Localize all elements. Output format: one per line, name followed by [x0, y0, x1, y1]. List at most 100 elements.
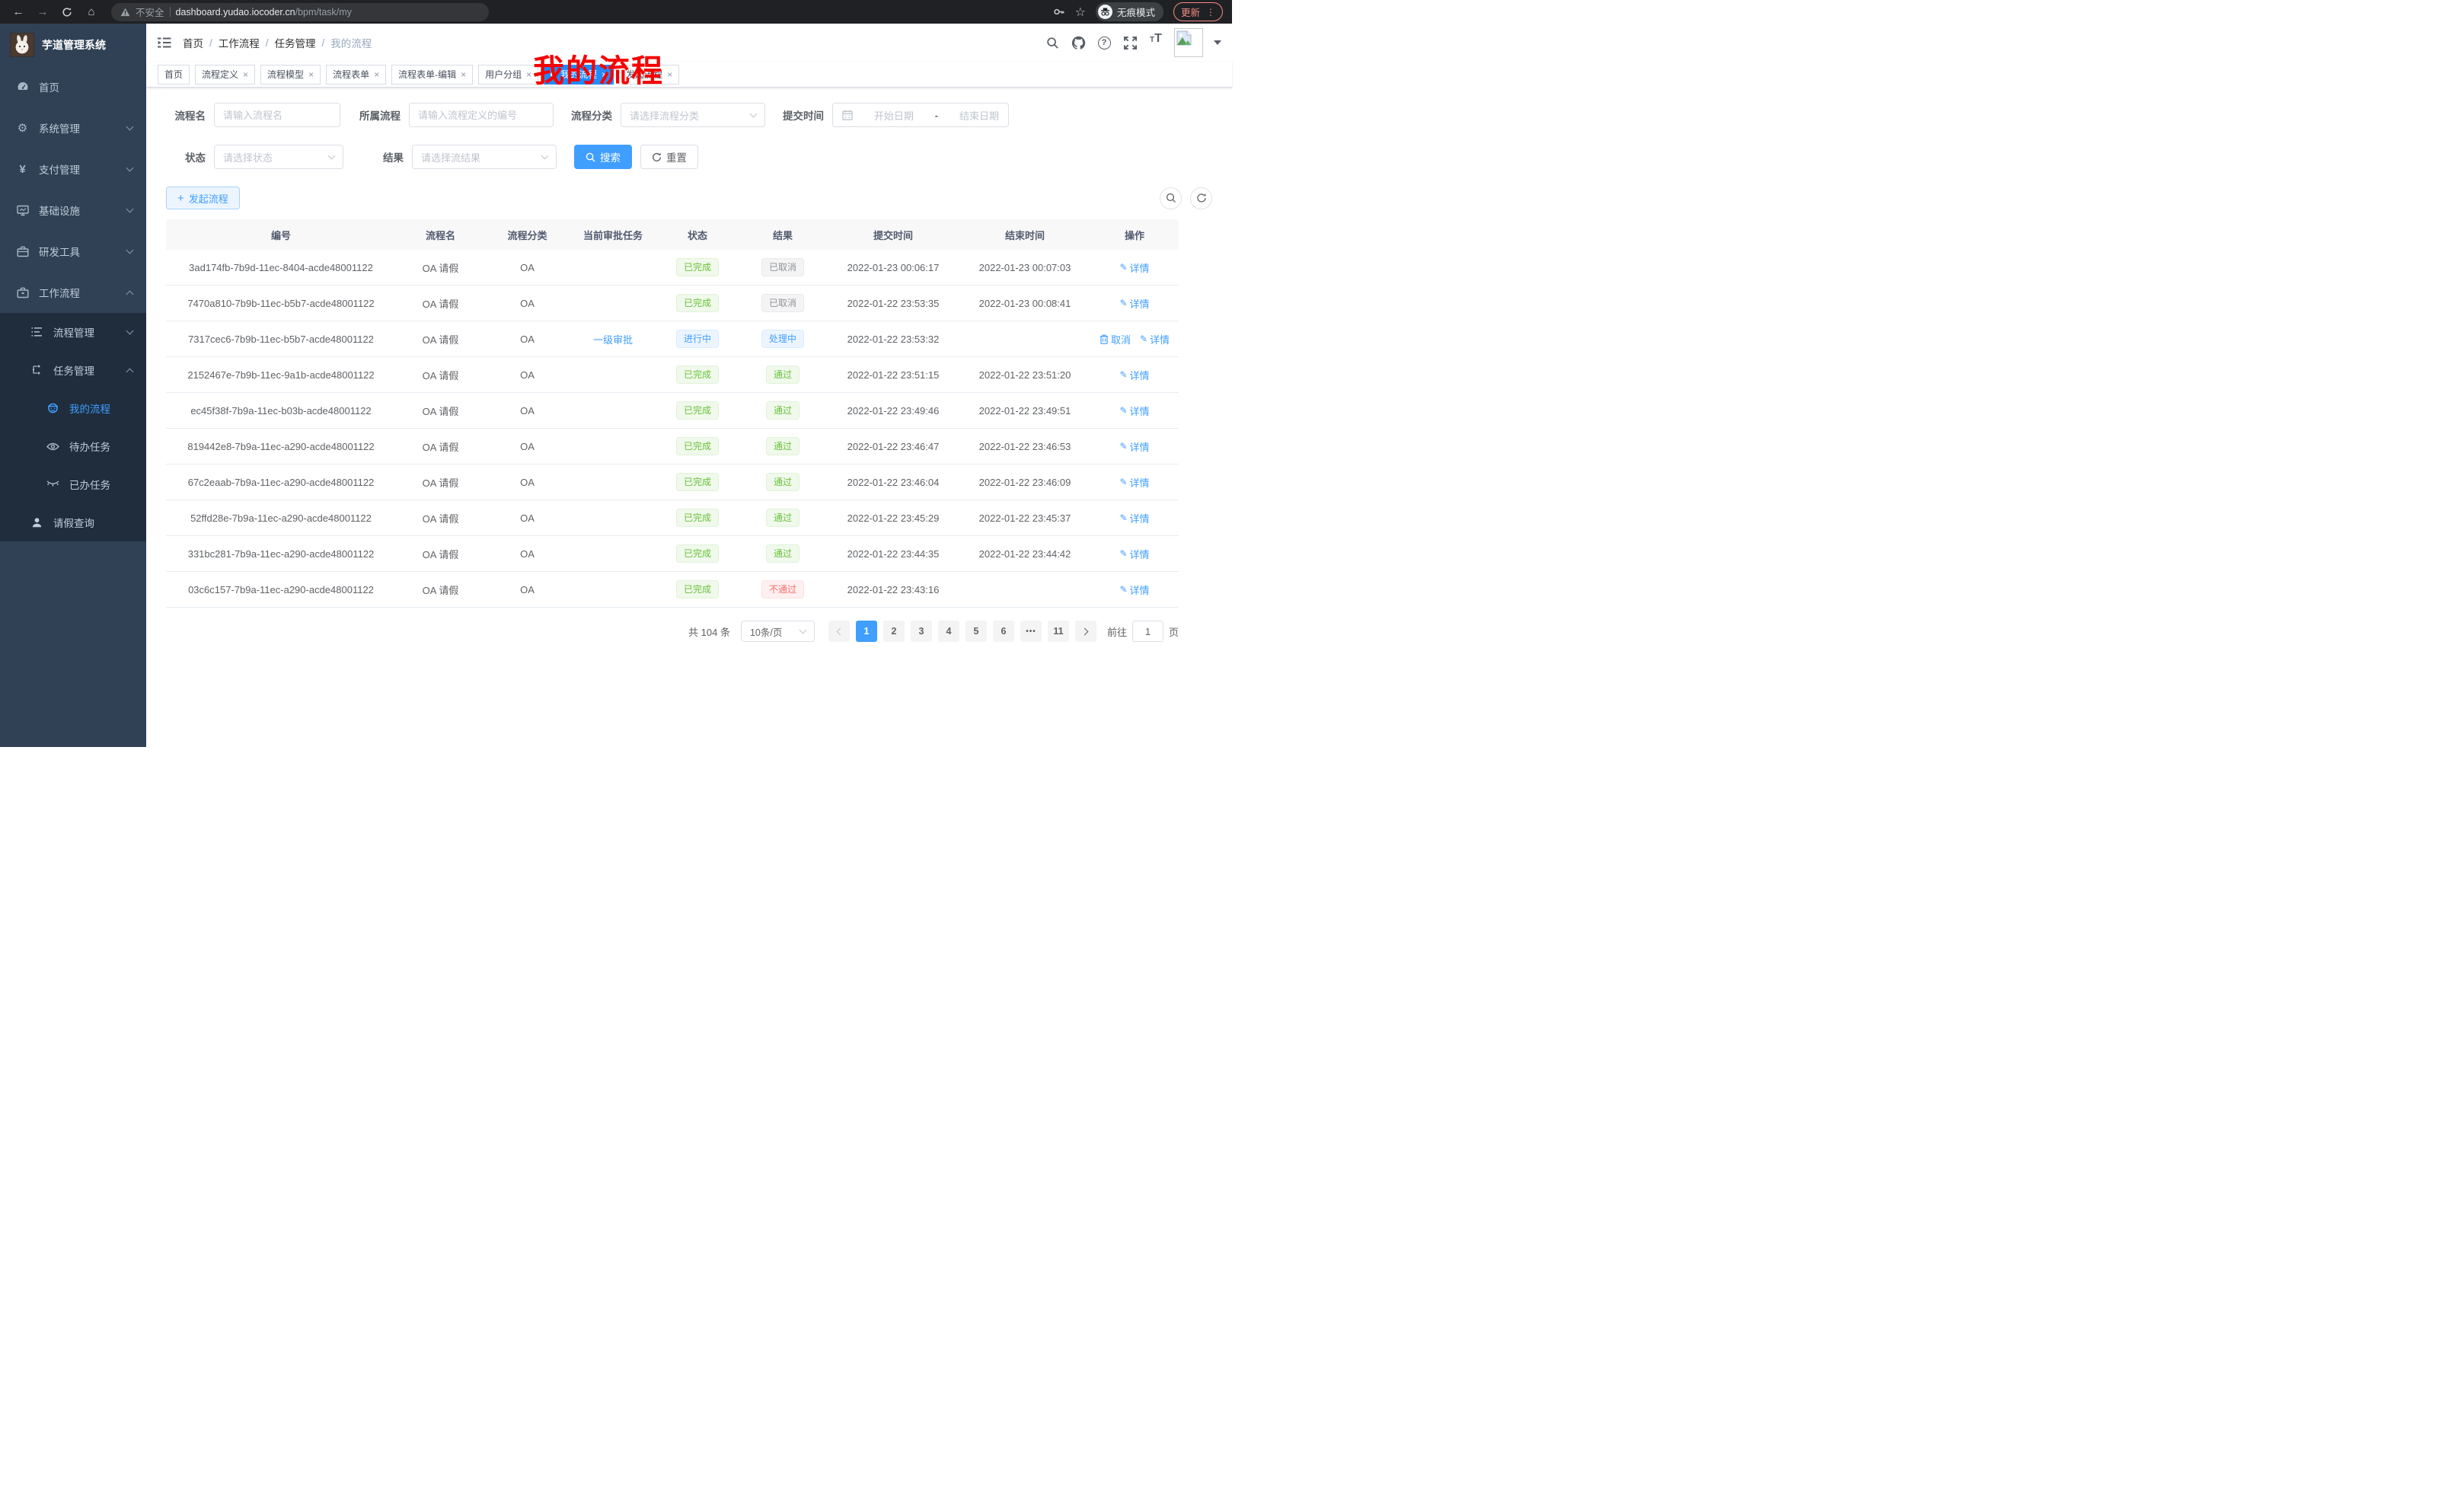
process-name-input[interactable] [223, 110, 331, 121]
page-size-select[interactable]: 10条/页 [741, 621, 815, 642]
sidebar-item-leave-query[interactable]: 请假查询 [0, 503, 146, 541]
col-header-id: 编号 [166, 228, 396, 242]
browser-menu-icon[interactable]: ⋮ [1206, 7, 1215, 18]
create-process-button[interactable]: + 发起流程 [166, 187, 240, 209]
page-number-button[interactable]: 1 [856, 621, 877, 642]
sidebar-item-label: 我的流程 [69, 401, 146, 416]
sidebar-collapse-icon[interactable] [146, 24, 183, 62]
page-number-button[interactable]: 3 [911, 621, 932, 642]
font-size-icon[interactable]: TT [1145, 32, 1167, 53]
search-icon [1166, 193, 1176, 203]
address-bar[interactable]: 不安全 dashboard.yudao.iocoder.cn/bpm/task/… [111, 3, 489, 21]
dashboard-icon [16, 81, 29, 93]
breadcrumb-workflow[interactable]: 工作流程 [219, 35, 260, 50]
col-header-result: 结果 [739, 228, 827, 242]
tab[interactable]: 流程表单 × [326, 65, 386, 85]
page-number-button[interactable]: 5 [965, 621, 987, 642]
help-icon[interactable]: ? [1093, 32, 1115, 53]
detail-link[interactable]: ✎ 详情 [1119, 511, 1149, 525]
tab[interactable]: 流程表单-编辑 × [391, 65, 473, 85]
tab[interactable]: 首页 [158, 65, 190, 85]
detail-link[interactable]: ✎ 详情 [1140, 332, 1170, 346]
browser-reload-icon[interactable] [58, 3, 76, 21]
detail-link[interactable]: ✎ 详情 [1119, 296, 1149, 311]
sidebar-item-home[interactable]: 首页 [0, 66, 146, 107]
process-definition-input[interactable] [418, 110, 544, 121]
sidebar-item-label: 研发工具 [39, 244, 117, 259]
page-number-button[interactable]: 2 [883, 621, 905, 642]
sidebar-item-payment[interactable]: ¥ 支付管理 [0, 148, 146, 190]
sidebar-item-label: 首页 [39, 79, 146, 94]
page-number-button[interactable]: 6 [993, 621, 1014, 642]
page-number-button[interactable]: 4 [938, 621, 959, 642]
bookmark-star-icon[interactable]: ☆ [1075, 5, 1086, 20]
sidebar-item-todo-tasks[interactable]: 待办任务 [0, 427, 146, 465]
sidebar-item-process-mgmt[interactable]: 流程管理 [0, 313, 146, 351]
refresh-icon [652, 152, 662, 162]
sidebar-item-label: 工作流程 [39, 285, 117, 300]
chevron-down-icon [328, 152, 336, 160]
submit-time-range-picker[interactable]: 开始日期 - 结束日期 [832, 103, 1009, 127]
avatar-caret-icon[interactable] [1214, 40, 1221, 45]
sidebar-item-workflow[interactable]: 工作流程 [0, 272, 146, 313]
edit-pencil-icon: ✎ [1119, 512, 1127, 523]
search-button[interactable]: 搜索 [574, 145, 632, 169]
tab-close-icon[interactable]: × [374, 69, 379, 80]
tab[interactable]: 用户分组 × [478, 65, 538, 85]
sidebar-item-devtools[interactable]: 研发工具 [0, 231, 146, 272]
page-number-button[interactable]: 11 [1048, 621, 1069, 642]
browser-update-button[interactable]: 更新 ⋮ [1173, 2, 1223, 21]
detail-link[interactable]: ✎ 详情 [1119, 260, 1149, 275]
sidebar-item-task-mgmt[interactable]: 任务管理 [0, 351, 146, 389]
workflow-submenu: 流程管理 任务管理 我的流程 [0, 313, 146, 541]
cancel-link[interactable]: 取消 [1100, 332, 1131, 346]
detail-link[interactable]: ✎ 详情 [1119, 439, 1149, 454]
cancel-label: 取消 [1111, 332, 1131, 346]
browser-home-icon[interactable]: ⌂ [82, 3, 101, 21]
show-search-toggle-button[interactable] [1160, 187, 1182, 209]
sidebar-item-system[interactable]: ⚙ 系统管理 [0, 107, 146, 148]
category-select[interactable]: 请选择流程分类 [621, 103, 765, 127]
avatar[interactable] [1174, 28, 1203, 57]
prev-page-button[interactable] [828, 621, 850, 642]
detail-link[interactable]: ✎ 详情 [1119, 404, 1149, 418]
result-select[interactable]: 请选择流结果 [412, 145, 557, 169]
detail-link[interactable]: ✎ 详情 [1119, 475, 1149, 490]
sidebar-item-done-tasks[interactable]: 已办任务 [0, 465, 146, 503]
goto-page-input[interactable] [1132, 621, 1163, 642]
fullscreen-icon[interactable] [1119, 32, 1141, 53]
status-select[interactable]: 请选择状态 [214, 145, 343, 169]
detail-link[interactable]: ✎ 详情 [1119, 547, 1149, 561]
detail-link[interactable]: ✎ 详情 [1119, 583, 1149, 597]
breadcrumb-task-mgmt[interactable]: 任务管理 [275, 35, 316, 50]
tab-close-icon[interactable]: × [667, 69, 672, 80]
tab-label: 流程定义 [202, 68, 238, 81]
password-key-icon[interactable] [1052, 5, 1065, 18]
next-page-button[interactable] [1075, 621, 1096, 642]
tab-close-icon[interactable]: × [243, 69, 248, 80]
cell-name: OA 请假 [396, 547, 485, 561]
reset-button[interactable]: 重置 [640, 145, 698, 169]
tab-close-icon[interactable]: × [461, 69, 466, 80]
breadcrumb-home[interactable]: 首页 [183, 35, 203, 50]
current-task-link[interactable]: 一级审批 [593, 332, 633, 346]
app-title: 芋道管理系统 [42, 37, 106, 53]
cell-end-time: 2022-01-22 23:46:53 [959, 441, 1090, 452]
cell-name: OA 请假 [396, 404, 485, 418]
cell-name: OA 请假 [396, 583, 485, 597]
sidebar-item-my-process[interactable]: 我的流程 [0, 389, 146, 427]
cell-id: ec45f38f-7b9a-11ec-b03b-acde48001122 [166, 405, 396, 417]
github-icon[interactable] [1068, 32, 1089, 53]
tab-close-icon[interactable]: × [526, 69, 531, 80]
tab[interactable]: 流程定义 × [195, 65, 255, 85]
detail-link[interactable]: ✎ 详情 [1119, 368, 1149, 382]
tab-close-icon[interactable]: × [308, 69, 314, 80]
page-number-button[interactable]: ••• [1020, 621, 1042, 642]
browser-back-icon[interactable]: ← [9, 3, 27, 21]
browser-forward-icon[interactable]: → [34, 3, 52, 21]
sidebar-item-infra[interactable]: 基础设施 [0, 190, 146, 231]
tab[interactable]: 流程模型 × [260, 65, 321, 85]
refresh-table-button[interactable] [1190, 187, 1212, 209]
header-search-icon[interactable] [1042, 32, 1063, 53]
result-badge: 通过 [766, 473, 800, 491]
